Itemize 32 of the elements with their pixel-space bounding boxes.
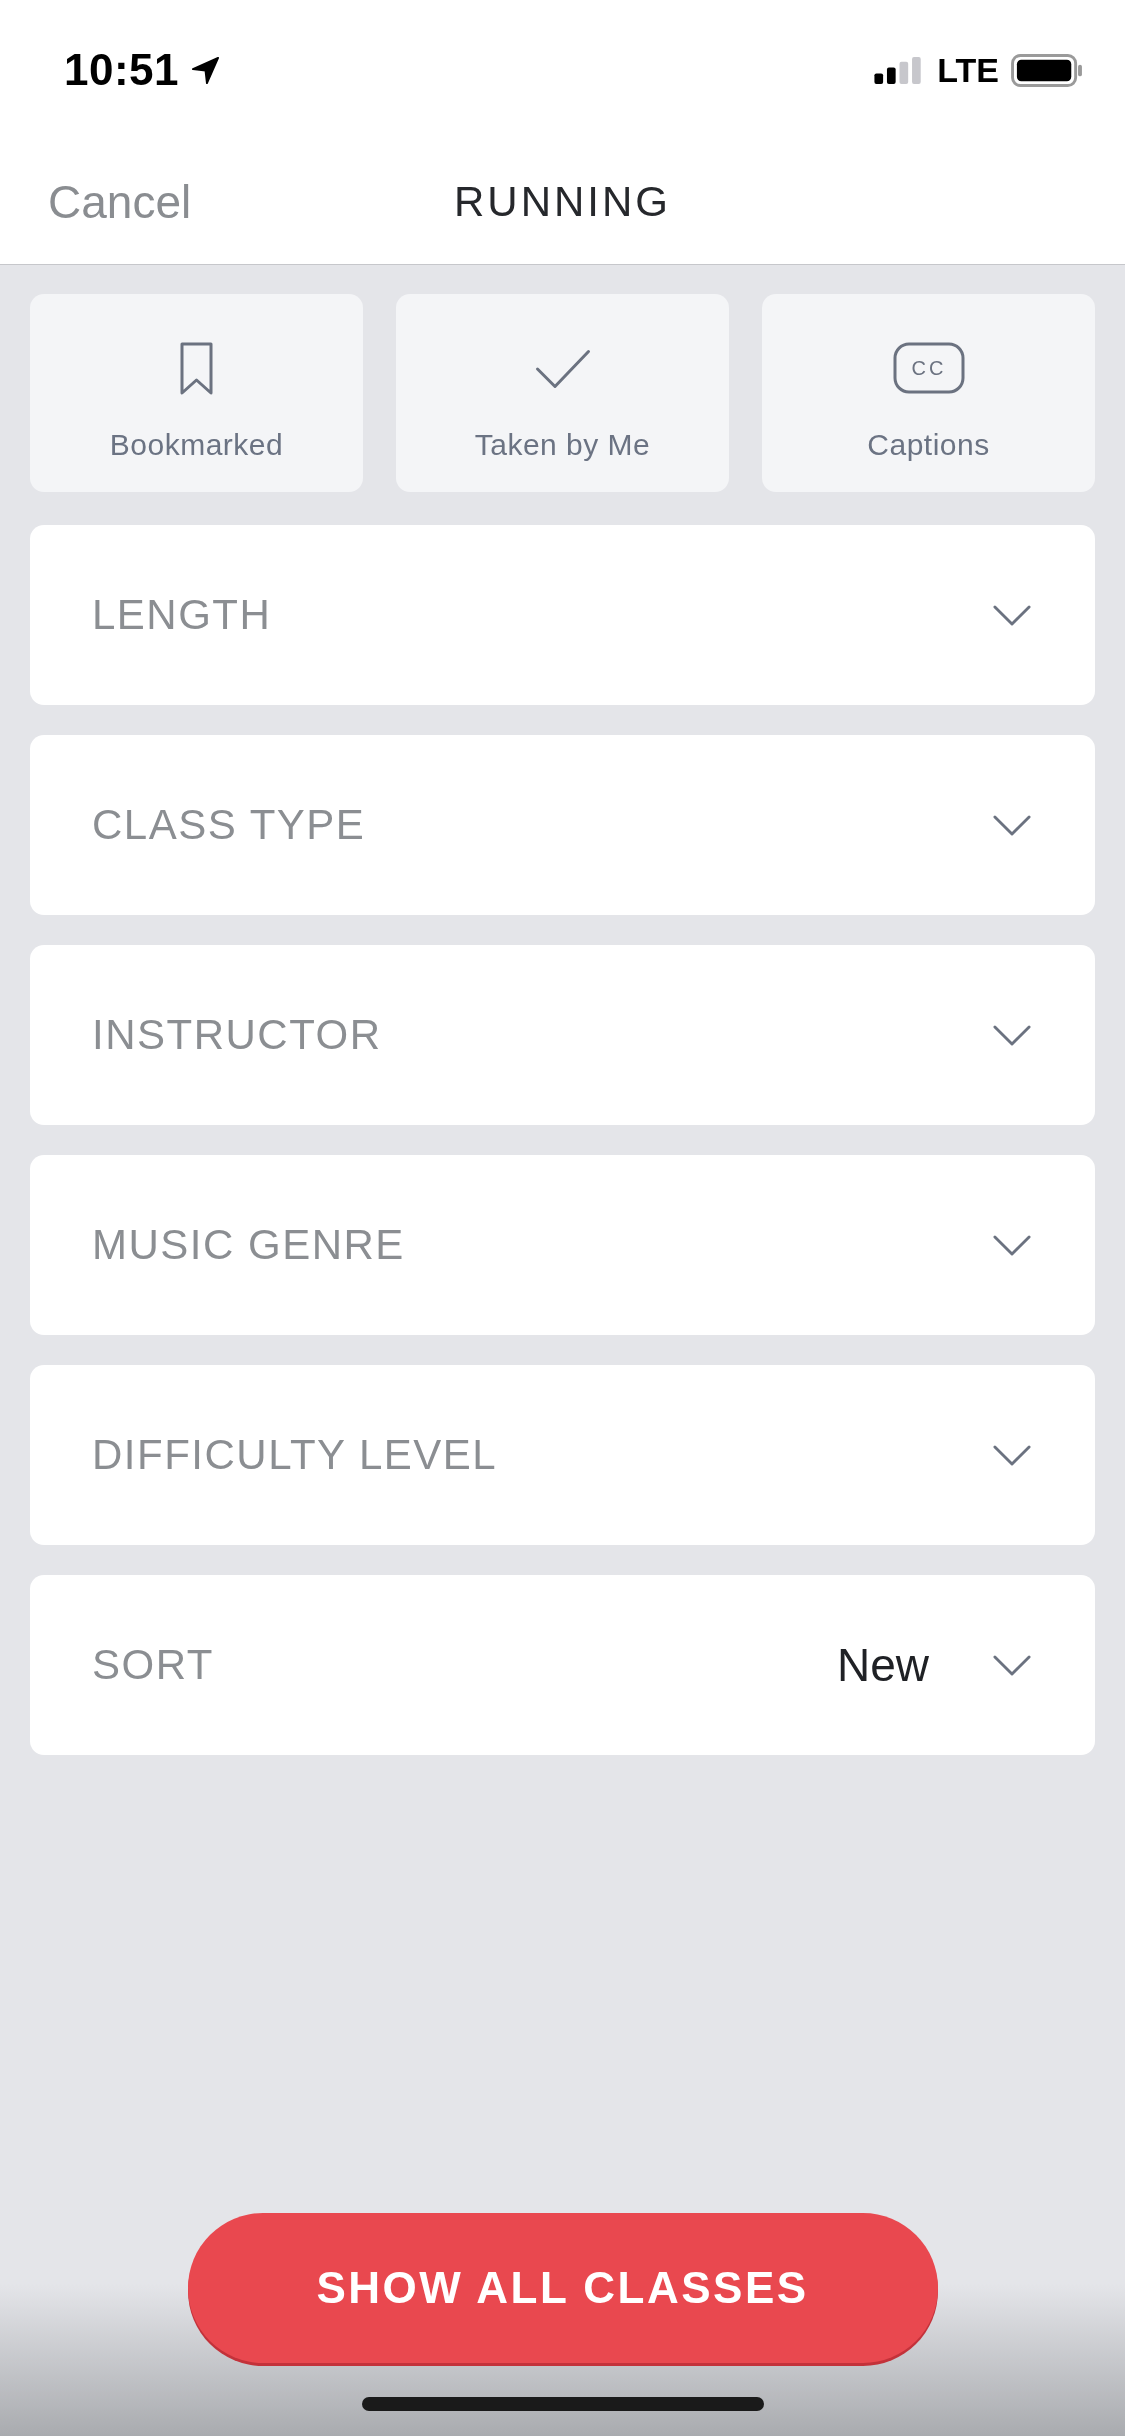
filter-label: SORT: [92, 1641, 214, 1689]
filter-label: LENGTH: [92, 591, 272, 639]
selected-value: New: [836, 1638, 929, 1692]
filter-dropdown[interactable]: INSTRUCTOR: [30, 945, 1095, 1125]
filter-label: CLASS TYPE: [92, 801, 366, 849]
checkmark-icon: [534, 349, 591, 389]
chevron-down-icon: [993, 1024, 1031, 1046]
filter-dropdown[interactable]: SORT New: [30, 1575, 1095, 1755]
filter-label: MUSIC GENRE: [92, 1221, 405, 1269]
bookmark-icon: [179, 341, 214, 397]
location-arrow-icon: [191, 55, 221, 85]
chevron-down-icon: [993, 1654, 1031, 1676]
cancel-button[interactable]: Cancel: [48, 175, 192, 229]
chevron-down-icon: [993, 814, 1031, 836]
filter-dropdown[interactable]: DIFFICULTY LEVEL: [30, 1365, 1095, 1545]
screen-title: RUNNING: [454, 178, 671, 226]
filter-dropdown[interactable]: CLASS TYPE: [30, 735, 1095, 915]
battery-icon: [1011, 53, 1083, 87]
quick-filter-button[interactable]: Taken by Me: [396, 294, 729, 492]
filter-label: DIFFICULTY LEVEL: [92, 1431, 498, 1479]
chevron-down-icon: [993, 604, 1031, 626]
network-label: LTE: [937, 50, 999, 90]
clock-time: 10:51: [64, 45, 180, 95]
quick-filter-button[interactable]: Bookmarked: [30, 294, 363, 492]
filter-dropdown[interactable]: MUSIC GENRE: [30, 1155, 1095, 1335]
chevron-down-icon: [993, 1444, 1031, 1466]
quick-filter-button[interactable]: CC Captions: [762, 294, 1095, 492]
captions-icon: CC: [892, 342, 965, 394]
show-all-classes-button[interactable]: SHOW ALL CLASSES: [187, 2213, 938, 2363]
chevron-down-icon: [993, 1234, 1031, 1256]
filter-label: INSTRUCTOR: [92, 1011, 382, 1059]
filter-dropdown[interactable]: LENGTH: [30, 525, 1095, 705]
